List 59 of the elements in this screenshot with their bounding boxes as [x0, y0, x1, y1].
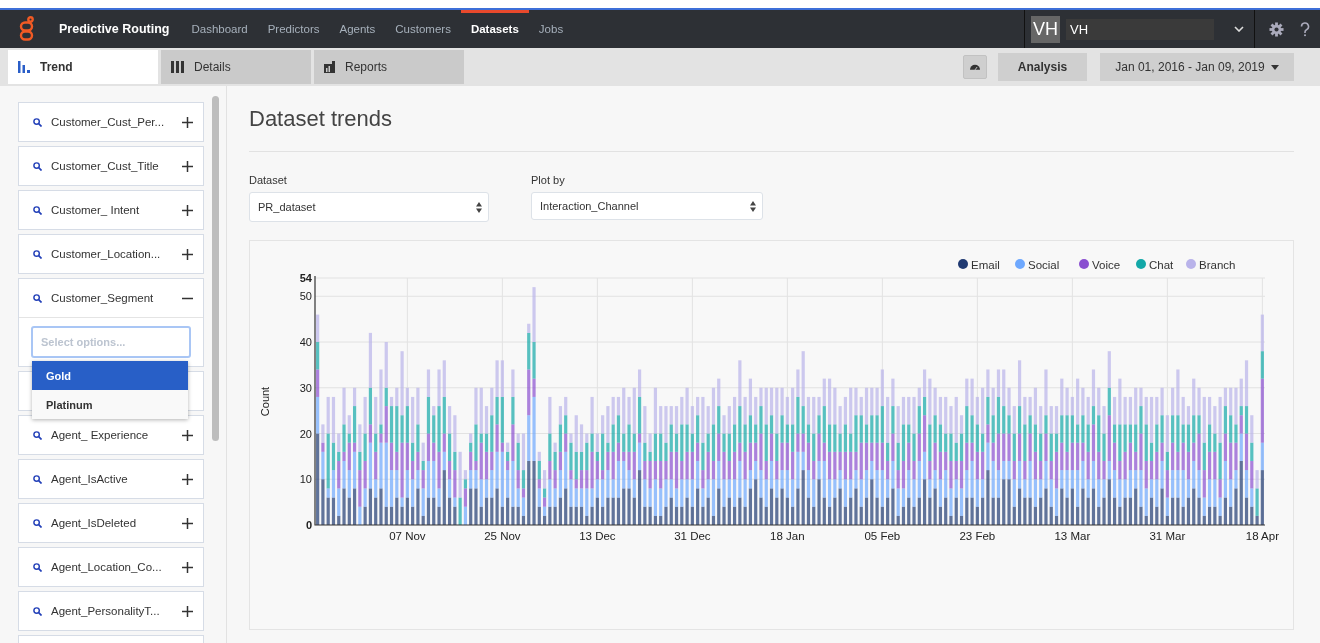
filter-name[interactable]: Agent_PersonalityT...: [51, 605, 173, 617]
select-field[interactable]: Interaction_Channel: [531, 192, 763, 220]
view-tab[interactable]: Details: [161, 50, 311, 84]
legend-label: Chat: [1149, 258, 1175, 271]
y-tick-label: 10: [299, 473, 312, 486]
view-tab[interactable]: Reports: [314, 50, 464, 84]
x-tick-label: 13 Mar: [1054, 530, 1091, 542]
user-name[interactable]: VH: [1066, 18, 1214, 40]
y-axis-title: Count: [259, 386, 271, 417]
nav-link[interactable]: Customers: [385, 10, 461, 48]
legend-label: Email: [971, 258, 1000, 271]
filter-name[interactable]: Agent_ Experience: [51, 429, 173, 441]
x-tick-label: 07 Nov: [389, 530, 426, 542]
x-tick-label: 25 Nov: [484, 530, 521, 542]
dropdown-option[interactable]: Gold: [32, 361, 188, 390]
legend-item[interactable]: Voice: [1079, 258, 1121, 271]
x-tick-label: 05 Feb: [864, 530, 901, 542]
legend-item[interactable]: Social: [1015, 258, 1060, 271]
x-tick-label: 31 Mar: [1149, 530, 1186, 542]
filter-name[interactable]: Customer_ Intent: [51, 204, 173, 216]
date-range-picker[interactable]: Jan 01, 2016 - Jan 09, 2019: [1100, 53, 1294, 81]
legend-item[interactable]: Email: [958, 258, 1000, 271]
y-tick-label: 40: [299, 336, 312, 349]
y-tick-label: 0: [305, 519, 312, 531]
select-field[interactable]: PR_dataset: [249, 192, 489, 222]
options-search-field[interactable]: Select options...: [31, 326, 191, 358]
filter-name[interactable]: Agent_IsDeleted: [51, 517, 173, 529]
dropdown-option[interactable]: Platinum: [32, 390, 188, 419]
app-name: Predictive Routing: [59, 22, 170, 36]
y-tick-label: 20: [299, 427, 312, 440]
nav-link[interactable]: Predictors: [257, 10, 330, 48]
x-tick-label: 18 Apr: [1245, 530, 1279, 542]
x-tick-label: 13 Dec: [579, 530, 616, 542]
filter-name[interactable]: Customer_Cust_Per...: [51, 116, 173, 128]
page-title: Dataset trends: [249, 106, 394, 132]
x-tick-label: 31 Dec: [674, 530, 711, 542]
x-tick-label: 18 Jan: [770, 530, 805, 542]
analysis-button[interactable]: Analysis: [998, 53, 1087, 81]
nav-link[interactable]: Agents: [329, 10, 386, 48]
y-tick-label: 50: [299, 290, 312, 303]
filter-name[interactable]: Customer_Cust_Title: [51, 160, 173, 172]
nav-link[interactable]: Dashboard: [181, 10, 258, 48]
legend-item[interactable]: Chat: [1136, 258, 1174, 271]
filter-name[interactable]: Customer_Segment: [51, 292, 173, 304]
field-label: Plot by: [531, 174, 566, 186]
nav-link[interactable]: Jobs: [528, 10, 574, 48]
legend-label: Voice: [1092, 258, 1121, 271]
legend-label: Branch: [1199, 258, 1236, 271]
filter-name[interactable]: Agent_IsActive: [51, 473, 173, 485]
legend-item[interactable]: Branch: [1186, 258, 1236, 271]
filter-name[interactable]: Agent_Location_Co...: [51, 561, 173, 573]
filter-name[interactable]: Customer_Location...: [51, 248, 173, 260]
legend-label: Social: [1028, 258, 1060, 271]
x-tick-label: 23 Feb: [959, 530, 996, 542]
field-label: Dataset: [249, 174, 288, 186]
view-tab[interactable]: Trend: [8, 50, 158, 84]
y-tick-label: 54: [299, 272, 312, 284]
user-avatar[interactable]: VH: [1031, 15, 1060, 43]
y-tick-label: 30: [299, 381, 312, 394]
